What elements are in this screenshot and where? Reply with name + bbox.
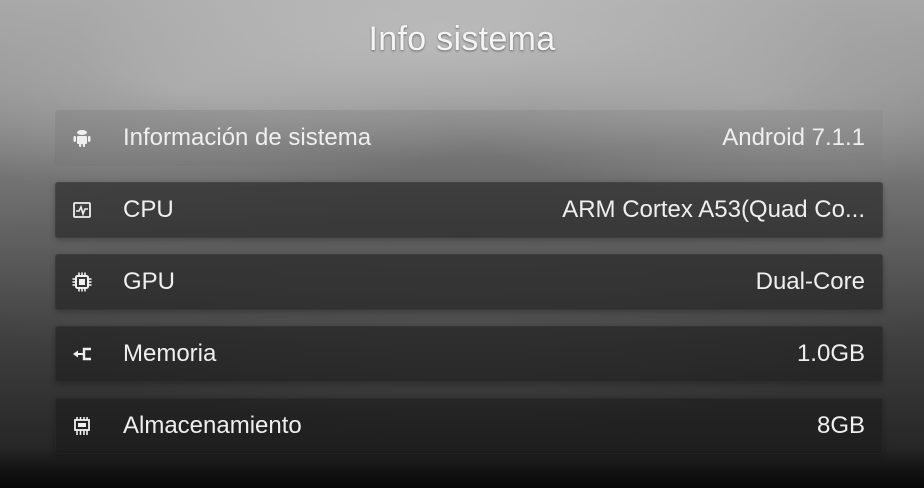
cpu-icon <box>71 199 93 221</box>
storage-icon <box>71 415 93 437</box>
page-title: Info sistema <box>368 20 556 58</box>
row-system-info[interactable]: Información de sistema Android 7.1.1 <box>55 110 883 166</box>
row-cpu[interactable]: CPU ARM Cortex A53(Quad Co... <box>55 182 883 238</box>
row-storage[interactable]: Almacenamiento 8GB <box>55 398 883 454</box>
memory-icon <box>71 343 93 365</box>
row-memory[interactable]: Memoria 1.0GB <box>55 326 883 382</box>
row-label: CPU <box>123 196 174 223</box>
row-label: Memoria <box>123 340 217 367</box>
row-value: Android 7.1.1 <box>722 124 865 151</box>
row-value: 1.0GB <box>796 340 865 367</box>
row-value: ARM Cortex A53(Quad Co... <box>562 196 865 223</box>
row-value: Dual-Core <box>755 268 865 295</box>
android-icon <box>71 127 93 149</box>
system-info-screen: Info sistema Información de sistema Andr… <box>0 0 924 488</box>
row-gpu[interactable]: GPU Dual-Core <box>55 254 883 310</box>
gpu-chip-icon <box>71 271 93 293</box>
row-value: 8GB <box>816 412 865 439</box>
row-label: Almacenamiento <box>123 412 302 439</box>
info-list: Información de sistema Android 7.1.1 CPU… <box>55 110 883 470</box>
row-label: Información de sistema <box>123 124 372 151</box>
row-label: GPU <box>123 268 176 295</box>
